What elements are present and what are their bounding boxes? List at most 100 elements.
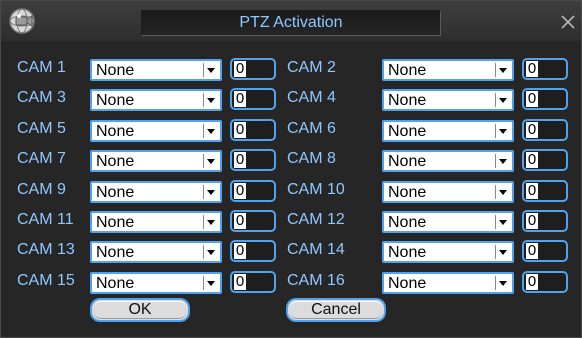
dropdown-arrow-icon[interactable] xyxy=(495,93,510,107)
protocol-select[interactable]: None xyxy=(90,272,222,294)
protocol-select-value: None xyxy=(96,62,135,79)
cam-label: CAM 11 xyxy=(17,211,74,228)
address-input-value: 0 xyxy=(234,242,246,259)
address-input-value: 0 xyxy=(234,60,246,77)
protocol-select-value: None xyxy=(96,153,135,170)
address-input[interactable]: 0 xyxy=(230,58,276,80)
cam-label: CAM 10 xyxy=(287,181,345,198)
cam-label: CAM 9 xyxy=(17,181,66,198)
cancel-button-label: Cancel xyxy=(311,301,361,318)
dropdown-arrow-icon[interactable] xyxy=(495,276,510,290)
protocol-select-value: None xyxy=(96,244,135,261)
dropdown-arrow-icon[interactable] xyxy=(203,124,218,138)
address-input[interactable]: 0 xyxy=(230,240,276,262)
address-input-value: 0 xyxy=(234,121,246,138)
protocol-select[interactable]: None xyxy=(382,150,514,172)
protocol-select[interactable]: None xyxy=(90,211,222,233)
address-input[interactable]: 0 xyxy=(522,119,568,141)
protocol-select-value: None xyxy=(388,214,427,231)
protocol-select[interactable]: None xyxy=(382,272,514,294)
address-input[interactable]: 0 xyxy=(230,271,276,293)
protocol-select[interactable]: None xyxy=(90,120,222,142)
cam-label: CAM 14 xyxy=(287,241,345,258)
protocol-select-value: None xyxy=(388,153,427,170)
cancel-button[interactable]: Cancel xyxy=(286,298,386,322)
cam-label: CAM 4 xyxy=(287,89,336,106)
address-input-value: 0 xyxy=(526,151,538,168)
address-input-value: 0 xyxy=(234,182,246,199)
protocol-select[interactable]: None xyxy=(382,120,514,142)
dropdown-arrow-icon[interactable] xyxy=(495,63,510,77)
dropdown-arrow-icon[interactable] xyxy=(203,245,218,259)
protocol-select-value: None xyxy=(96,214,135,231)
protocol-select[interactable]: None xyxy=(382,89,514,111)
address-input-value: 0 xyxy=(234,151,246,168)
dropdown-arrow-icon[interactable] xyxy=(203,154,218,168)
dropdown-arrow-icon[interactable] xyxy=(203,63,218,77)
address-input-value: 0 xyxy=(526,60,538,77)
protocol-select-value: None xyxy=(96,123,135,140)
dialog-title: PTZ Activation xyxy=(141,10,441,36)
address-input-value: 0 xyxy=(234,212,246,229)
cam-label: CAM 1 xyxy=(17,59,66,76)
cam-label: CAM 12 xyxy=(287,211,345,228)
protocol-select-value: None xyxy=(96,184,135,201)
address-input-value: 0 xyxy=(526,182,538,199)
ok-button[interactable]: OK xyxy=(90,298,190,322)
address-input[interactable]: 0 xyxy=(522,88,568,110)
cam-label: CAM 2 xyxy=(287,59,336,76)
protocol-select[interactable]: None xyxy=(90,181,222,203)
cam-label: CAM 16 xyxy=(287,272,345,289)
camera-globe-icon xyxy=(9,8,35,34)
address-input[interactable]: 0 xyxy=(522,271,568,293)
protocol-select-value: None xyxy=(388,184,427,201)
protocol-select[interactable]: None xyxy=(90,241,222,263)
address-input[interactable]: 0 xyxy=(522,240,568,262)
address-input[interactable]: 0 xyxy=(230,119,276,141)
cam-label: CAM 8 xyxy=(287,150,336,167)
ok-button-label: OK xyxy=(128,301,152,318)
protocol-select-value: None xyxy=(388,275,427,292)
dropdown-arrow-icon[interactable] xyxy=(495,185,510,199)
address-input-value: 0 xyxy=(234,90,246,107)
protocol-select[interactable]: None xyxy=(382,211,514,233)
cam-label: CAM 6 xyxy=(287,120,336,137)
ptz-activation-dialog: PTZ Activation CAM 1 None 0 CAM 2 None 0 CAM 3… xyxy=(0,0,582,338)
cam-label: CAM 5 xyxy=(17,120,66,137)
dropdown-arrow-icon[interactable] xyxy=(495,124,510,138)
protocol-select[interactable]: None xyxy=(382,181,514,203)
address-input-value: 0 xyxy=(526,242,538,259)
dropdown-arrow-icon[interactable] xyxy=(495,245,510,259)
address-input-value: 0 xyxy=(526,273,538,290)
protocol-select[interactable]: None xyxy=(90,59,222,81)
address-input[interactable]: 0 xyxy=(522,180,568,202)
title-bar: PTZ Activation xyxy=(1,1,581,41)
protocol-select[interactable]: None xyxy=(382,59,514,81)
cam-label: CAM 13 xyxy=(17,241,75,258)
protocol-select-value: None xyxy=(388,123,427,140)
protocol-select-value: None xyxy=(96,92,135,109)
protocol-select[interactable]: None xyxy=(90,89,222,111)
dropdown-arrow-icon[interactable] xyxy=(495,215,510,229)
address-input[interactable]: 0 xyxy=(230,149,276,171)
protocol-select[interactable]: None xyxy=(90,150,222,172)
address-input[interactable]: 0 xyxy=(522,210,568,232)
protocol-select-value: None xyxy=(388,62,427,79)
protocol-select[interactable]: None xyxy=(382,241,514,263)
dropdown-arrow-icon[interactable] xyxy=(203,215,218,229)
dropdown-arrow-icon[interactable] xyxy=(495,154,510,168)
dropdown-arrow-icon[interactable] xyxy=(203,93,218,107)
address-input[interactable]: 0 xyxy=(522,149,568,171)
protocol-select-value: None xyxy=(388,244,427,261)
close-icon[interactable] xyxy=(559,13,577,31)
protocol-select-value: None xyxy=(96,275,135,292)
address-input[interactable]: 0 xyxy=(522,58,568,80)
dropdown-arrow-icon[interactable] xyxy=(203,185,218,199)
address-input[interactable]: 0 xyxy=(230,88,276,110)
address-input[interactable]: 0 xyxy=(230,180,276,202)
dropdown-arrow-icon[interactable] xyxy=(203,276,218,290)
cam-label: CAM 3 xyxy=(17,89,66,106)
address-input[interactable]: 0 xyxy=(230,210,276,232)
address-input-value: 0 xyxy=(234,273,246,290)
cam-label: CAM 15 xyxy=(17,272,75,289)
